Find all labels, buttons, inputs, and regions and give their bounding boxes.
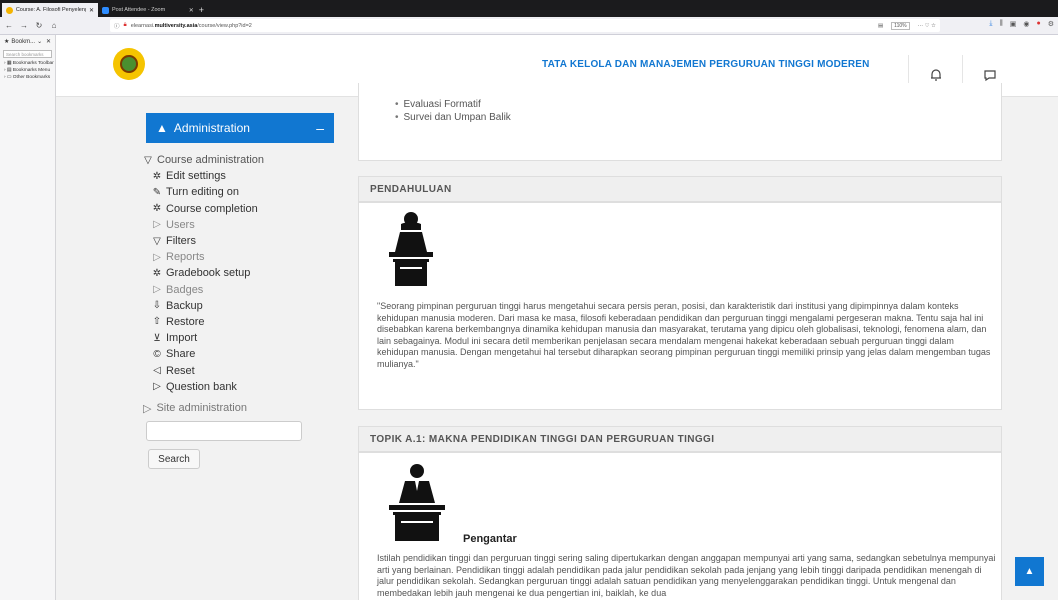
gear-icon: ✲ bbox=[152, 203, 162, 215]
speaker-figure-icon bbox=[389, 464, 445, 541]
caret-right-icon: ▷ bbox=[153, 219, 161, 231]
info-icon[interactable]: ⓘ bbox=[114, 22, 120, 30]
reset-icon: ◁ bbox=[153, 365, 161, 377]
admin-item-backup[interactable]: ⇩ Backup bbox=[143, 298, 343, 314]
extension-icon[interactable]: ⚙ bbox=[1048, 20, 1054, 28]
back-to-top-button[interactable]: ▲ bbox=[1015, 557, 1044, 586]
browser-nav-bar: ← → ↻ ⌂ ⓘ 🔒︎ elearnasi.multiversity.asia… bbox=[0, 17, 1058, 35]
page-actions[interactable]: ··· ♡ ☆ bbox=[918, 23, 936, 29]
admin-item-edit-settings[interactable]: ✲ Edit settings bbox=[143, 168, 343, 184]
admin-item-import[interactable]: ⊻ Import bbox=[143, 330, 343, 346]
new-tab-icon[interactable]: + bbox=[199, 5, 204, 15]
site-administration-node[interactable]: ▷ Site administration bbox=[143, 402, 247, 415]
extension-icon[interactable]: ◉ bbox=[1023, 20, 1029, 28]
bookmark-folder-toolbar[interactable]: › ▦ Bookmarks Toolbar bbox=[0, 60, 55, 67]
site-logo[interactable] bbox=[113, 48, 145, 80]
browser-tab-course[interactable]: Course: A. Filosofi Penyelenggara ✕ bbox=[2, 3, 98, 17]
zoom-favicon-icon bbox=[102, 6, 109, 14]
library-icon[interactable]: ⫼ bbox=[1000, 20, 1003, 28]
lecturer-figure-icon bbox=[389, 212, 433, 286]
browser-tab-zoom[interactable]: Post Attendee - Zoom ✕ + bbox=[98, 3, 208, 17]
download-icon[interactable]: ⤓ bbox=[989, 20, 992, 28]
moodle-favicon-icon bbox=[6, 6, 13, 14]
filter-icon: ▽ bbox=[153, 235, 161, 247]
chevron-up-icon: ▲ bbox=[1024, 566, 1035, 577]
section-body-pendahuluan: "Seorang pimpinan perguruan tinggi harus… bbox=[358, 202, 1002, 410]
tab-label: Post Attendee - Zoom bbox=[112, 7, 166, 13]
admin-item-reset[interactable]: ◁ Reset bbox=[143, 362, 343, 378]
admin-search-input[interactable] bbox=[146, 421, 302, 441]
administration-tree: ▽ Course administration ✲ Edit settings ✎… bbox=[143, 152, 343, 395]
sidebar-toggle-icon[interactable]: ▣ bbox=[1010, 20, 1017, 28]
admin-item-question-bank[interactable]: ▷ Question bank bbox=[143, 379, 343, 395]
backup-icon: ⇩ bbox=[152, 300, 162, 312]
bookmarks-title: Bookm... bbox=[11, 38, 36, 45]
admin-item-restore[interactable]: ⇧ Restore bbox=[143, 314, 343, 330]
triangle-down-icon: ▽ bbox=[144, 154, 152, 166]
admin-item-badges[interactable]: ▷ Badges bbox=[143, 282, 343, 298]
bookmarks-sidebar: ★ Bookm... ⌄ ✕ Search bookmarks › ▦ Book… bbox=[0, 35, 56, 600]
site-title[interactable]: TATA KELOLA DAN MANAJEMEN PERGURUAN TING… bbox=[542, 59, 870, 70]
bullet-list: Evaluasi Formatif Survei dan Umpan Balik bbox=[395, 98, 511, 124]
bookmarks-sidebar-header[interactable]: ★ Bookm... ⌄ ✕ bbox=[0, 35, 55, 48]
caret-right-icon: ▷ bbox=[153, 251, 161, 263]
tab-label: Course: A. Filosofi Penyelenggara bbox=[15, 7, 86, 13]
gear-icon: ✲ bbox=[152, 170, 162, 182]
section-paragraph: Istilah pendidikan tinggi dan perguruan … bbox=[377, 553, 996, 598]
gear-icon: ✲ bbox=[152, 267, 162, 279]
previous-section-card: Evaluasi Formatif Survei dan Umpan Balik bbox=[358, 83, 1002, 161]
forward-icon[interactable]: → bbox=[19, 21, 29, 30]
admin-item-gradebook-setup[interactable]: ✲ Gradebook setup bbox=[143, 265, 343, 281]
import-icon: ⊻ bbox=[153, 332, 161, 344]
course-administration-node[interactable]: ▽ Course administration bbox=[143, 152, 343, 168]
bookmark-folder-other[interactable]: › ▭ Other Bookmarks bbox=[0, 74, 55, 81]
admin-item-course-completion[interactable]: ✲ Course completion bbox=[143, 201, 343, 217]
reload-icon[interactable]: ↻ bbox=[34, 21, 44, 30]
admin-item-filters[interactable]: ▽ Filters bbox=[143, 233, 343, 249]
toolbar-icons: ⤓ ⫼ ▣ ◉ ● ⚙ bbox=[989, 20, 1054, 28]
close-icon[interactable]: ✕ bbox=[46, 38, 51, 45]
section-title-pendahuluan: PENDAHULUAN bbox=[358, 176, 1002, 202]
url-text: elearnasi.multiversity.asia/course/view.… bbox=[130, 22, 252, 29]
star-icon: ★ bbox=[4, 39, 10, 45]
home-icon[interactable]: ⌂ bbox=[49, 21, 59, 30]
restore-icon: ⇧ bbox=[152, 316, 162, 328]
reader-view-icon[interactable]: ▤ bbox=[878, 23, 883, 29]
caret-right-icon: ▷ bbox=[153, 284, 161, 296]
chevron-down-icon[interactable]: ⌄ bbox=[37, 38, 42, 45]
section-paragraph: "Seorang pimpinan perguruan tinggi harus… bbox=[377, 301, 991, 369]
administration-block-header[interactable]: ▲ Administration – bbox=[146, 113, 334, 143]
admin-item-share[interactable]: © Share bbox=[143, 346, 343, 362]
zoom-level[interactable]: 110% bbox=[891, 21, 910, 30]
user-icon: ▲ bbox=[156, 121, 168, 135]
back-icon[interactable]: ← bbox=[4, 21, 14, 30]
pencil-icon: ✎ bbox=[152, 186, 162, 198]
browser-tab-bar: Course: A. Filosofi Penyelenggara ✕ Post… bbox=[0, 0, 1058, 17]
section-subheading: Pengantar bbox=[463, 533, 517, 545]
admin-item-users[interactable]: ▷ Users bbox=[143, 217, 343, 233]
search-button[interactable]: Search bbox=[148, 449, 200, 469]
moodle-page: TATA KELOLA DAN MANAJEMEN PERGURUAN TING… bbox=[56, 35, 1058, 600]
url-bar[interactable]: ⓘ 🔒︎ elearnasi.multiversity.asia/course/… bbox=[110, 19, 940, 32]
admin-item-reports[interactable]: ▷ Reports bbox=[143, 249, 343, 265]
section-title-topik-a1: TOPIK A.1: MAKNA PENDIDIKAN TINGGI DAN P… bbox=[358, 426, 1002, 452]
close-tab-icon[interactable]: ✕ bbox=[89, 7, 94, 14]
share-icon: © bbox=[153, 348, 161, 360]
collapse-block-button[interactable]: – bbox=[316, 120, 324, 136]
bookmark-folder-menu[interactable]: › ▤ Bookmarks Menu bbox=[0, 67, 55, 74]
caret-right-icon: ▷ bbox=[143, 403, 152, 415]
close-tab-icon[interactable]: ✕ bbox=[189, 7, 194, 14]
list-item: Evaluasi Formatif bbox=[395, 98, 511, 111]
extension-icon[interactable]: ● bbox=[1036, 20, 1040, 28]
bookmarks-search-input[interactable]: Search bookmarks bbox=[3, 50, 52, 58]
caret-right-icon: ▷ bbox=[153, 381, 161, 393]
insecure-lock-icon: 🔒︎ bbox=[123, 22, 127, 28]
section-body-topik-a1: Pengantar Istilah pendidikan tinggi dan … bbox=[358, 452, 1002, 600]
administration-title: Administration bbox=[173, 121, 250, 135]
admin-item-turn-editing-on[interactable]: ✎ Turn editing on bbox=[143, 184, 343, 200]
list-item: Survei dan Umpan Balik bbox=[395, 111, 511, 124]
